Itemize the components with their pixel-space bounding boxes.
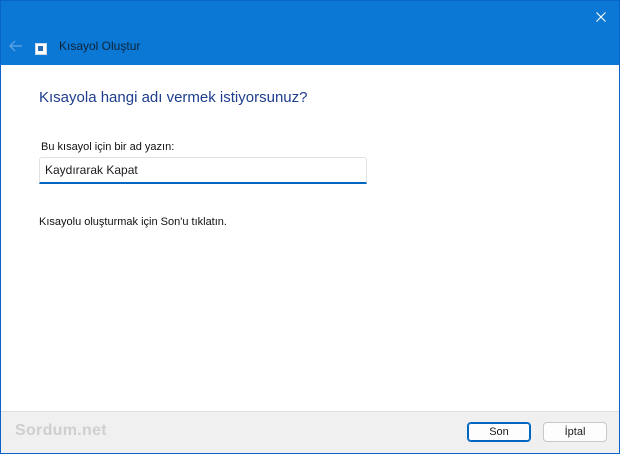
finish-button[interactable]: Son (467, 422, 531, 442)
shortcut-name-label: Bu kısayol için bir ad yazın: (41, 141, 175, 153)
cancel-button[interactable]: İptal (543, 422, 607, 442)
shortcut-app-icon (35, 43, 47, 55)
window-title: Kısayol Oluştur (59, 39, 141, 53)
wizard-content: Kısayola hangi adı vermek istiyorsunuz? … (1, 65, 619, 412)
back-arrow-icon (9, 40, 22, 52)
back-button[interactable] (7, 37, 25, 55)
shortcut-name-input[interactable] (39, 157, 367, 184)
close-icon (596, 12, 606, 22)
close-button[interactable] (591, 7, 611, 27)
finish-instruction: Kısayolu oluşturmak için Son'u tıklatın. (39, 216, 227, 228)
watermark-logo: Sordum.net (15, 422, 107, 439)
create-shortcut-dialog: Kısayol Oluştur Kısayola hangi adı verme… (0, 0, 620, 454)
page-heading: Kısayola hangi adı vermek istiyorsunuz? (39, 89, 308, 106)
title-bar: Kısayol Oluştur (1, 1, 619, 65)
dialog-footer: Sordum.net Son İptal (1, 411, 619, 453)
